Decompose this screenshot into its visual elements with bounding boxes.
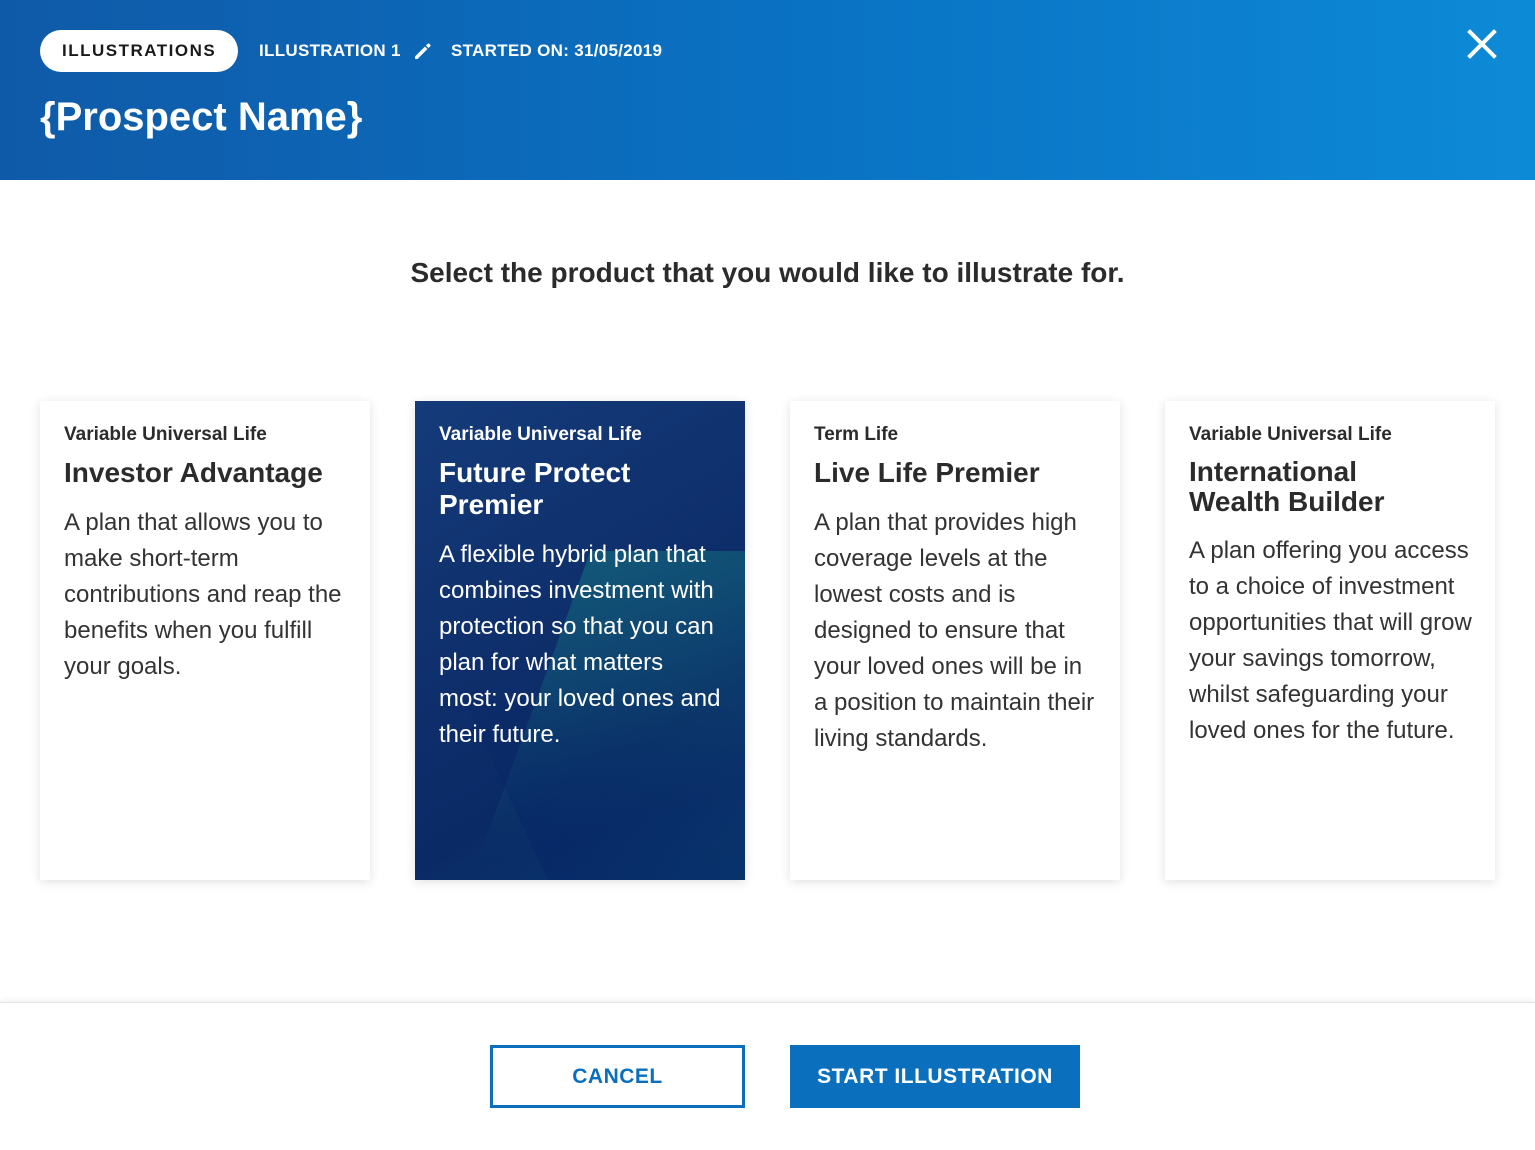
product-description: A flexible hybrid plan that combines inv…	[439, 541, 721, 748]
pencil-icon[interactable]	[413, 41, 433, 61]
product-title: Investor Advantage	[64, 457, 323, 488]
product-description: A plan that allows you to make short-ter…	[64, 509, 342, 680]
illustration-name-label: ILLUSTRATION 1	[259, 41, 401, 60]
product-description: A plan that provides high coverage level…	[814, 509, 1095, 752]
prospect-name: {Prospect Name}	[40, 95, 363, 139]
product-card-future-protect-premier[interactable]: Variable Universal Life Future Protect P…	[415, 401, 745, 880]
product-title: Live Life Premier	[814, 457, 1040, 488]
product-title: Future Protect Premier	[439, 457, 631, 520]
start-illustration-button[interactable]: START ILLUSTRATION	[790, 1045, 1080, 1108]
header-banner: ILLUSTRATIONS ILLUSTRATION 1 STARTED ON:…	[0, 0, 1535, 180]
product-card-investor-advantage[interactable]: Variable Universal Life Investor Advanta…	[40, 401, 370, 880]
product-card-international-wealth-builder[interactable]: Variable Universal Life International We…	[1165, 401, 1495, 880]
illustration-name[interactable]: ILLUSTRATION 1	[259, 40, 433, 62]
product-type: Term Life	[814, 424, 899, 445]
breadcrumb-illustrations[interactable]: ILLUSTRATIONS	[40, 30, 239, 72]
product-type: Variable Universal Life	[64, 424, 267, 445]
close-icon[interactable]	[1462, 24, 1502, 64]
page-prompt: Select the product that you would like t…	[410, 257, 1125, 288]
product-title: International Wealth Builder	[1189, 456, 1385, 517]
product-card-live-life-premier[interactable]: Term Life Live Life Premier A plan that …	[790, 401, 1120, 880]
product-type: Variable Universal Life	[439, 424, 642, 445]
started-on-date: STARTED ON: 31/05/2019	[451, 41, 663, 60]
product-type: Variable Universal Life	[1189, 424, 1392, 445]
cancel-button[interactable]: CANCEL	[490, 1045, 745, 1108]
product-description: A plan offering you access to a choice o…	[1189, 537, 1472, 744]
footer-bar	[0, 1002, 1535, 1150]
